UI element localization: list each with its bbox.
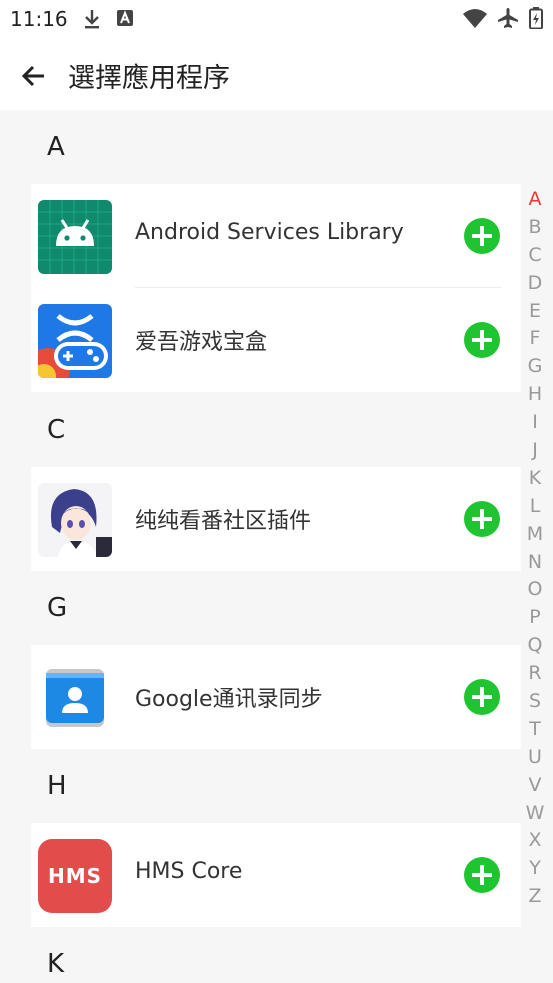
index-letter-v[interactable]: V [522, 772, 548, 800]
index-letter-j[interactable]: J [522, 437, 548, 465]
list-item-anime-community-plugin[interactable]: 纯纯看番社区插件 [31, 467, 521, 571]
page-title: 選擇應用程序 [68, 63, 230, 94]
index-letter-e[interactable]: E [522, 298, 548, 326]
game-box-icon [38, 304, 112, 378]
anime-avatar-icon [38, 483, 112, 557]
add-button[interactable] [464, 857, 500, 893]
airplane-icon [497, 7, 519, 33]
index-letter-o[interactable]: O [522, 576, 548, 604]
index-letter-z[interactable]: Z [522, 883, 548, 911]
index-letter-s[interactable]: S [522, 688, 548, 716]
index-letter-t[interactable]: T [522, 716, 548, 744]
a-box-icon [116, 8, 134, 34]
index-letter-u[interactable]: U [522, 744, 548, 772]
section-card-a: Android Services Library 爱吾游戏宝盒 [31, 184, 521, 392]
add-button[interactable] [464, 322, 500, 358]
index-letter-m[interactable]: M [522, 521, 548, 549]
arrow-left-icon [18, 65, 50, 96]
download-icon [82, 8, 102, 34]
app-name: HMS Core [135, 859, 243, 884]
index-letter-c[interactable]: C [522, 242, 548, 270]
add-button[interactable] [464, 501, 500, 537]
index-letter-x[interactable]: X [522, 827, 548, 855]
android-icon [38, 200, 112, 274]
battery-charging-icon [529, 7, 543, 33]
index-letter-b[interactable]: B [522, 214, 548, 242]
app-name: Google通讯录同步 [135, 687, 323, 712]
status-bar: 11:16 [0, 0, 553, 38]
index-letter-k[interactable]: K [522, 465, 548, 493]
app-bar: 選擇應用程序 [0, 38, 553, 110]
app-name: Android Services Library [135, 220, 404, 245]
index-letter-h[interactable]: H [522, 381, 548, 409]
section-header-k: K [47, 949, 65, 979]
index-letter-p[interactable]: P [522, 604, 548, 632]
section-header-a: A [47, 132, 65, 162]
app-name: 纯纯看番社区插件 [135, 509, 312, 534]
add-button[interactable] [464, 218, 500, 254]
index-letter-f[interactable]: F [522, 325, 548, 353]
index-letter-r[interactable]: R [522, 660, 548, 688]
alphabet-index[interactable]: ABCDEFGHIJKLMNOPQRSTUVWXYZ [522, 186, 548, 911]
list-item-hms-core[interactable]: HMS HMS Core [31, 823, 521, 927]
contacts-icon [38, 661, 112, 735]
index-letter-q[interactable]: Q [522, 632, 548, 660]
list-item-android-services-library[interactable]: Android Services Library [31, 184, 521, 288]
index-letter-a[interactable]: A [522, 186, 548, 214]
index-letter-l[interactable]: L [522, 493, 548, 521]
section-card-h: HMS HMS Core [31, 823, 521, 927]
index-letter-n[interactable]: N [522, 549, 548, 577]
index-letter-d[interactable]: D [522, 270, 548, 298]
index-letter-w[interactable]: W [522, 800, 548, 828]
section-header-g: G [47, 593, 68, 623]
list-item-aiwu-game-box[interactable]: 爱吾游戏宝盒 [31, 288, 521, 392]
status-time: 11:16 [10, 7, 68, 31]
list-item-google-contacts-sync[interactable]: Google通讯录同步 [31, 645, 521, 749]
hms-logo-text: HMS [47, 864, 103, 888]
section-card-g: Google通讯录同步 [31, 645, 521, 749]
add-button[interactable] [464, 679, 500, 715]
back-button[interactable] [18, 60, 50, 92]
wifi-icon [463, 8, 487, 32]
section-card-c: 纯纯看番社区插件 [31, 467, 521, 571]
section-header-c: C [47, 415, 66, 445]
section-header-h: H [47, 771, 67, 801]
index-letter-i[interactable]: I [522, 409, 548, 437]
app-name: 爱吾游戏宝盒 [135, 330, 268, 355]
index-letter-g[interactable]: G [522, 353, 548, 381]
index-letter-y[interactable]: Y [522, 855, 548, 883]
hms-icon: HMS [38, 839, 112, 913]
